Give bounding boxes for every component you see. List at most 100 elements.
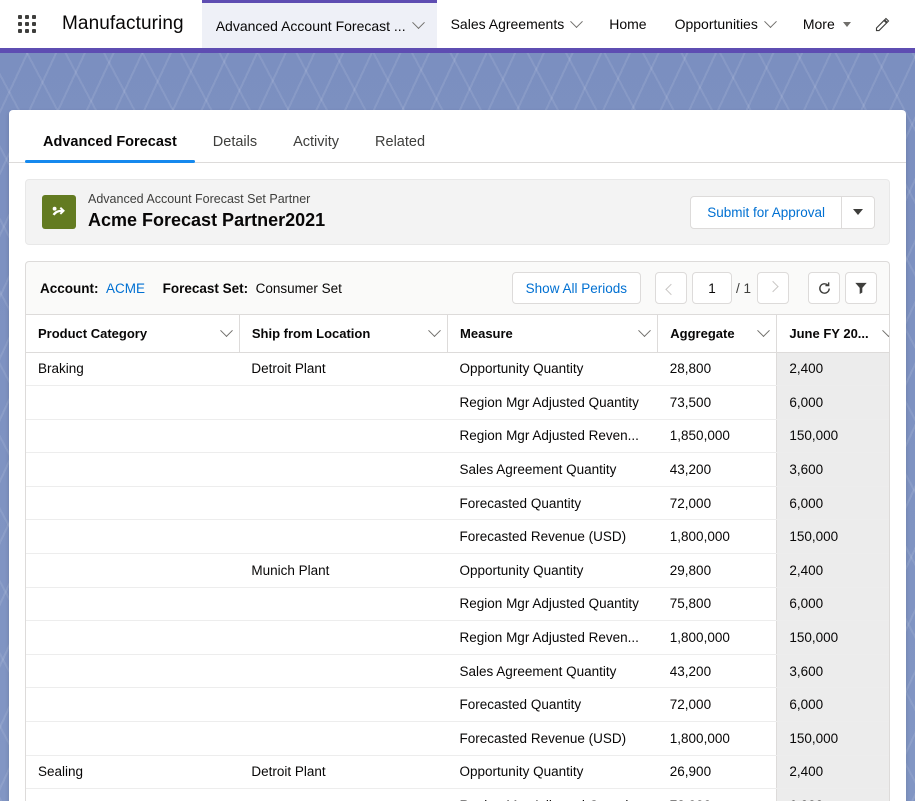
cell-ship xyxy=(239,587,447,621)
table-row[interactable]: Forecasted Revenue (USD)1,800,000150,000… xyxy=(26,722,889,756)
caret-down-icon xyxy=(853,209,863,215)
table-row[interactable]: Munich PlantOpportunity Quantity29,8002,… xyxy=(26,554,889,588)
chevron-down-icon[interactable] xyxy=(638,324,651,337)
chevron-down-icon[interactable] xyxy=(764,15,777,28)
chevron-down-icon[interactable] xyxy=(220,324,233,337)
show-all-periods-button[interactable]: Show All Periods xyxy=(512,272,641,304)
column-header-product-category[interactable]: Product Category xyxy=(26,315,239,352)
cell-ship[interactable]: Detroit Plant xyxy=(239,755,447,789)
chevron-down-icon[interactable] xyxy=(428,324,441,337)
cell-aggregate: 43,200 xyxy=(658,654,777,688)
cell-category xyxy=(26,554,239,588)
cell-period[interactable]: 6,000 xyxy=(777,587,889,621)
cell-measure: Opportunity Quantity xyxy=(448,554,658,588)
nav-item-more[interactable]: More xyxy=(789,0,865,48)
table-row[interactable]: Region Mgr Adjusted Quantity73,5006,0006 xyxy=(26,386,889,420)
nav-item-sales-agreements[interactable]: Sales Agreements xyxy=(437,0,596,48)
tab-label: Related xyxy=(375,134,425,150)
cell-category xyxy=(26,453,239,487)
cell-ship[interactable]: Munich Plant xyxy=(239,554,447,588)
tab-label: Details xyxy=(213,134,257,150)
cell-category xyxy=(26,654,239,688)
record-type-label: Advanced Account Forecast Set Partner xyxy=(88,192,325,207)
forecast-grid-container: Product Category Ship from Location Meas… xyxy=(25,314,890,801)
table-row[interactable]: Region Mgr Adjusted Quantity75,8006,0006 xyxy=(26,587,889,621)
table-row[interactable]: SealingDetroit PlantOpportunity Quantity… xyxy=(26,755,889,789)
nav-item-opportunities[interactable]: Opportunities xyxy=(661,0,789,48)
table-row[interactable]: Sales Agreement Quantity43,2003,6003 xyxy=(26,453,889,487)
cell-period[interactable]: 2,400 xyxy=(777,554,889,588)
next-page-button[interactable] xyxy=(757,272,789,304)
caret-down-icon[interactable] xyxy=(843,22,851,27)
period-pagination: / 1 xyxy=(655,272,877,304)
cell-period[interactable]: 150,000 xyxy=(777,722,889,756)
cell-category xyxy=(26,789,239,801)
nav-item-advanced-account-forecast[interactable]: Advanced Account Forecast ... xyxy=(202,0,437,48)
table-row[interactable]: Forecasted Quantity72,0006,0006 xyxy=(26,688,889,722)
cell-period[interactable]: 3,600 xyxy=(777,453,889,487)
cell-period[interactable]: 2,400 xyxy=(777,755,889,789)
cell-period[interactable]: 150,000 xyxy=(777,520,889,554)
cell-period[interactable]: 150,000 xyxy=(777,621,889,655)
column-header-ship-from-location[interactable]: Ship from Location xyxy=(239,315,447,352)
forecast-set-value: Consumer Set xyxy=(256,281,342,296)
cell-category xyxy=(26,688,239,722)
page-title: Acme Forecast Partner2021 xyxy=(88,209,325,232)
page-number-input[interactable] xyxy=(692,272,732,304)
cell-aggregate: 1,800,000 xyxy=(658,520,777,554)
table-row[interactable]: Forecasted Revenue (USD)1,800,000150,000… xyxy=(26,520,889,554)
chevron-right-icon xyxy=(767,281,778,292)
cell-aggregate: 1,800,000 xyxy=(658,621,777,655)
column-header-aggregate[interactable]: Aggregate xyxy=(658,315,777,352)
app-launcher-button[interactable] xyxy=(0,0,54,48)
cell-period[interactable]: 6,000 xyxy=(777,789,889,801)
cell-ship xyxy=(239,486,447,520)
cell-period[interactable]: 6,000 xyxy=(777,386,889,420)
cell-aggregate: 1,800,000 xyxy=(658,722,777,756)
chevron-down-icon[interactable] xyxy=(570,15,583,28)
cell-period[interactable]: 3,600 xyxy=(777,654,889,688)
edit-navigation-button[interactable] xyxy=(865,0,901,48)
cell-period[interactable]: 6,000 xyxy=(777,486,889,520)
chevron-down-icon[interactable] xyxy=(758,324,771,337)
tab-activity[interactable]: Activity xyxy=(275,134,357,162)
tab-advanced-forecast[interactable]: Advanced Forecast xyxy=(25,134,195,162)
record-actions-dropdown-button[interactable] xyxy=(842,196,875,229)
filter-button[interactable] xyxy=(845,272,877,304)
column-header-measure[interactable]: Measure xyxy=(448,315,658,352)
tab-related[interactable]: Related xyxy=(357,134,443,162)
cell-period[interactable]: 6,000 xyxy=(777,688,889,722)
funnel-filter-icon xyxy=(854,281,868,295)
cell-ship[interactable]: Detroit Plant xyxy=(239,352,447,386)
cell-period[interactable]: 2,400 xyxy=(777,352,889,386)
table-row[interactable]: Region Mgr Adjusted Quantity72,0006,0006 xyxy=(26,789,889,801)
previous-page-button[interactable] xyxy=(655,272,687,304)
table-row[interactable]: Sales Agreement Quantity43,2003,6003 xyxy=(26,654,889,688)
cell-category xyxy=(26,486,239,520)
cell-category[interactable]: Sealing xyxy=(26,755,239,789)
cell-period[interactable]: 150,000 xyxy=(777,419,889,453)
nav-item-home[interactable]: Home xyxy=(595,0,660,48)
table-row[interactable]: BrakingDetroit PlantOpportunity Quantity… xyxy=(26,352,889,386)
pencil-icon xyxy=(875,17,890,32)
refresh-button[interactable] xyxy=(808,272,840,304)
account-link[interactable]: ACME xyxy=(106,281,145,296)
chevron-down-icon[interactable] xyxy=(882,324,889,337)
column-header-period-june[interactable]: June FY 20... xyxy=(777,315,889,352)
tab-details[interactable]: Details xyxy=(195,134,275,162)
cell-ship xyxy=(239,688,447,722)
cell-aggregate: 29,800 xyxy=(658,554,777,588)
column-label: Product Category xyxy=(38,326,147,341)
nav-item-label: Advanced Account Forecast ... xyxy=(216,18,406,34)
table-row[interactable]: Region Mgr Adjusted Reven...1,850,000150… xyxy=(26,419,889,453)
cell-category xyxy=(26,520,239,554)
chevron-down-icon[interactable] xyxy=(412,16,425,29)
grid-header-row: Product Category Ship from Location Meas… xyxy=(26,315,889,352)
table-row[interactable]: Forecasted Quantity72,0006,0006 xyxy=(26,486,889,520)
cell-aggregate: 1,850,000 xyxy=(658,419,777,453)
forecast-grid-scroll[interactable]: Product Category Ship from Location Meas… xyxy=(26,315,889,801)
table-row[interactable]: Region Mgr Adjusted Reven...1,800,000150… xyxy=(26,621,889,655)
cell-category[interactable]: Braking xyxy=(26,352,239,386)
submit-for-approval-button[interactable]: Submit for Approval xyxy=(690,196,842,229)
cell-measure: Region Mgr Adjusted Quantity xyxy=(448,386,658,420)
